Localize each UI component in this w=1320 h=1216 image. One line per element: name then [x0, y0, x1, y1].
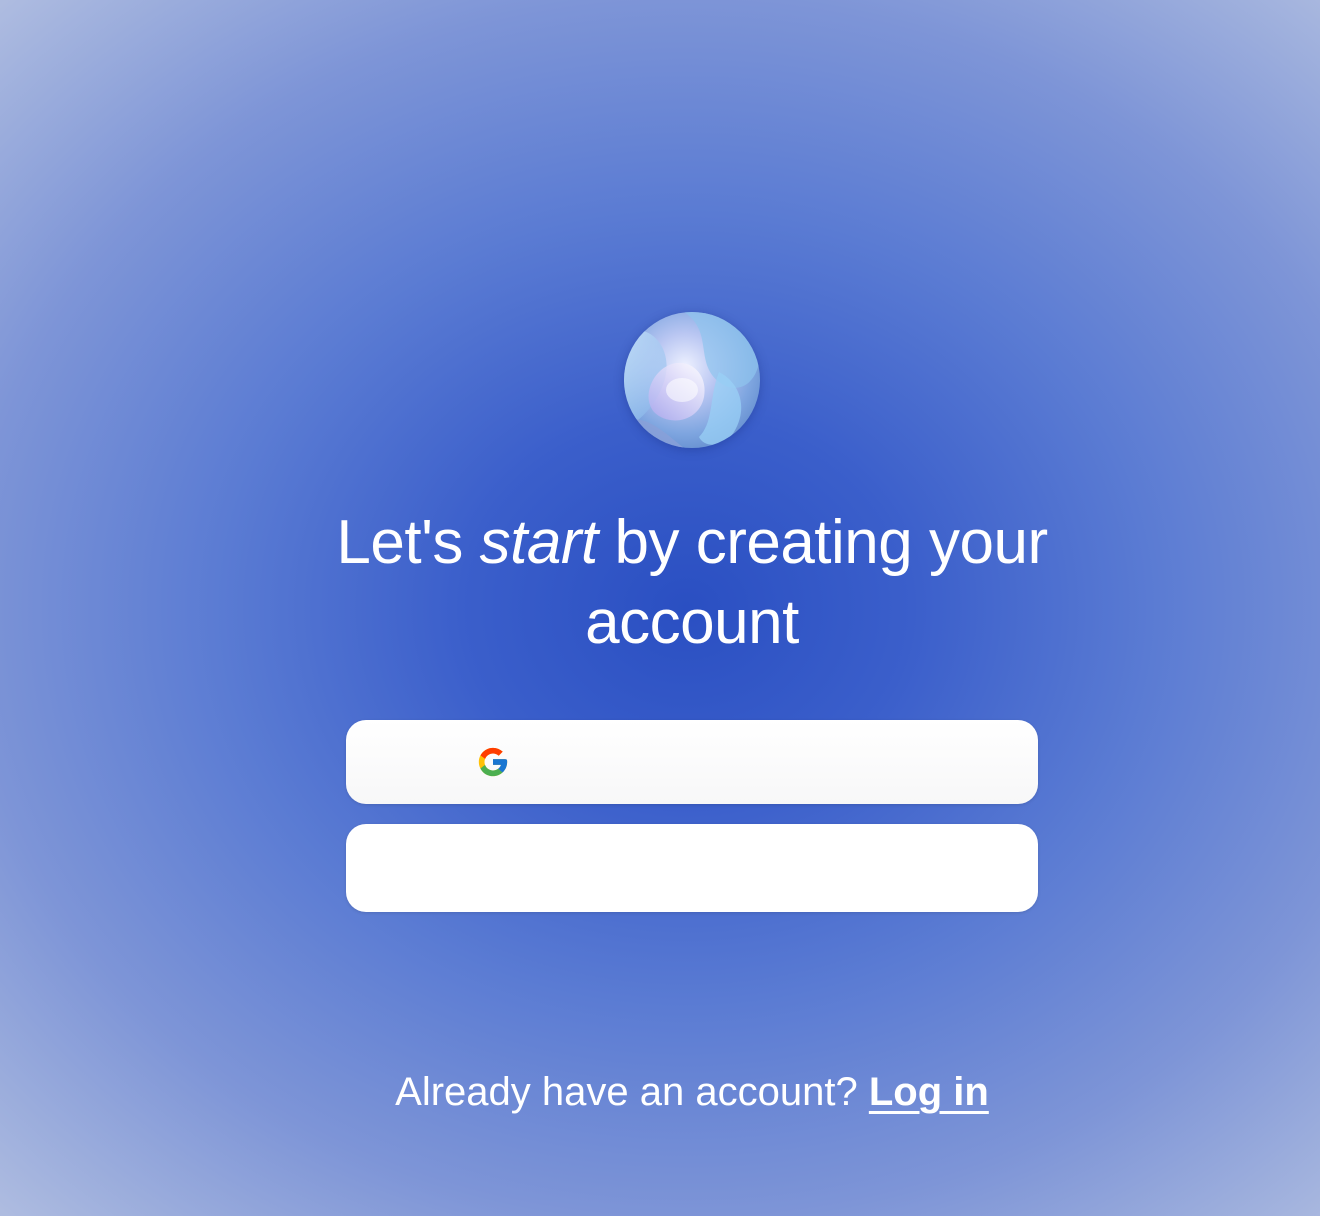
google-g-icon — [478, 747, 508, 777]
email-sign-up-button[interactable] — [346, 824, 1038, 912]
logo-orb — [624, 312, 760, 448]
login-prompt: Already have an account? Log in — [260, 1064, 1124, 1120]
login-prompt-text: Already have an account? — [395, 1070, 858, 1114]
login-link[interactable]: Log in — [869, 1070, 989, 1114]
headline-end-text: by creating your account — [585, 508, 1048, 657]
google-sign-up-button[interactable] — [346, 720, 1038, 804]
headline-start-text: Let's — [336, 508, 463, 577]
headline-emphasis-text: start — [479, 508, 599, 577]
page-title: Let's start by creating your account — [260, 503, 1124, 663]
orb-graphic — [624, 312, 760, 448]
